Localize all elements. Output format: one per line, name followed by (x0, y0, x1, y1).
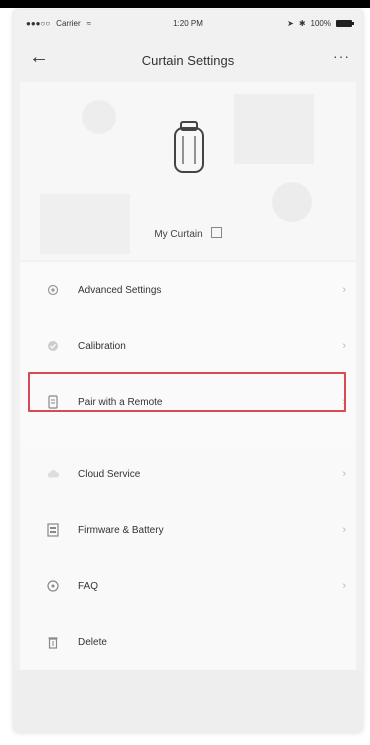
settings-group-2: Cloud Service › Firmware & Battery › FAQ… (20, 446, 356, 670)
row-label: Firmware & Battery (78, 524, 164, 536)
row-label: FAQ (78, 580, 99, 592)
row-label: Cloud Service (78, 468, 141, 480)
battery-percent: 100% (310, 19, 331, 28)
edit-icon[interactable] (210, 227, 222, 238)
faq-icon (46, 579, 60, 593)
chevron-right-icon: › (342, 284, 346, 296)
more-options-icon[interactable]: ··· (333, 48, 350, 64)
settings-group-1: Advanced Settings › Calibration › Pair w… (20, 262, 356, 446)
device-name-row[interactable]: My Curtain (20, 227, 356, 240)
device-header: My Curtain (20, 82, 356, 260)
row-delete[interactable]: Delete (20, 614, 356, 670)
row-calibration[interactable]: Calibration › (20, 318, 356, 374)
background-shape (234, 94, 314, 164)
cloud-icon (46, 467, 60, 481)
status-bar: ●●●○○ Carrier ≈ 1:20 PM ➤ ✱ 100% (14, 10, 362, 36)
device-name: My Curtain (154, 229, 203, 240)
chevron-right-icon: › (342, 468, 346, 480)
firmware-icon (46, 523, 60, 537)
row-faq[interactable]: FAQ › (20, 558, 356, 614)
background-shape (272, 182, 312, 222)
row-cloud-service[interactable]: Cloud Service › (20, 446, 356, 502)
highlight-box (28, 372, 346, 412)
row-label: Calibration (78, 340, 126, 352)
row-label: Advanced Settings (78, 284, 162, 296)
row-label: Delete (78, 636, 107, 648)
bottom-area (14, 670, 362, 732)
status-right: ➤ ✱ 100% (287, 19, 354, 28)
phone-screen: ●●●○○ Carrier ≈ 1:20 PM ➤ ✱ 100% ← Curta… (14, 10, 362, 732)
top-edge (0, 0, 370, 8)
chevron-right-icon: › (342, 524, 346, 536)
row-advanced-settings[interactable]: Advanced Settings › (20, 262, 356, 318)
page-title: Curtain Settings (141, 53, 235, 68)
chevron-right-icon: › (342, 580, 346, 592)
row-firmware-battery[interactable]: Firmware & Battery › (20, 502, 356, 558)
trash-icon (46, 635, 60, 649)
check-circle-icon (46, 339, 60, 353)
background-shape (40, 194, 130, 254)
background-shape (82, 100, 116, 134)
chevron-right-icon: › (342, 340, 346, 352)
curtain-device-icon (174, 121, 204, 173)
gear-icon (46, 283, 60, 297)
nav-bar: ← Curtain Settings ··· (14, 36, 362, 82)
bluetooth-icon: ✱ (298, 19, 306, 28)
location-icon: ➤ (287, 19, 294, 28)
battery-icon (336, 20, 354, 27)
